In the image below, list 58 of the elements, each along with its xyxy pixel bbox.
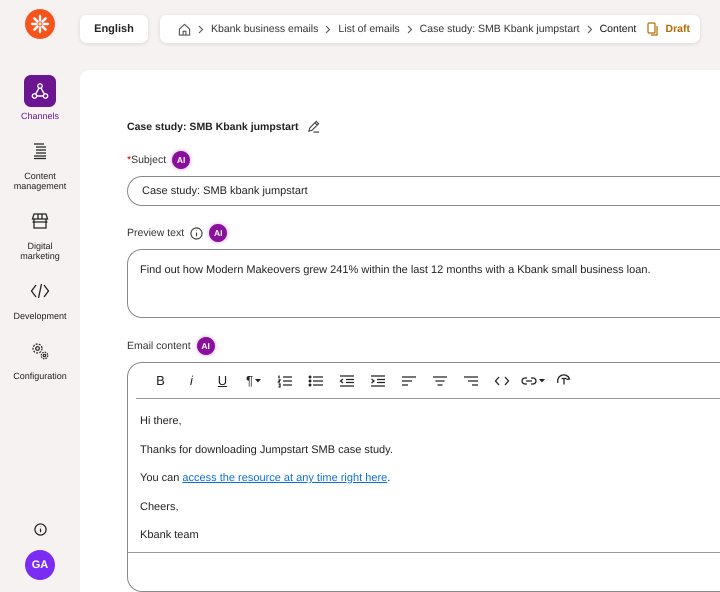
field-label: Email content	[127, 340, 191, 352]
pencil-icon[interactable]	[306, 120, 320, 133]
chevron-icon	[586, 24, 593, 34]
caret-icon	[538, 378, 544, 382]
align-center-icon	[432, 374, 448, 388]
breadcrumb-link[interactable]: Case study: SMB Kbank jumpstart	[420, 23, 580, 35]
toolbar-button[interactable]: B	[148, 370, 173, 392]
resource-link[interactable]: access the resource at any time right here	[182, 472, 388, 484]
outdent-icon	[338, 374, 354, 388]
settings-icon	[30, 341, 50, 361]
user-avatar[interactable]: GA	[25, 550, 55, 580]
body-paragraph: Thanks for downloading Jumpstart SMB case study.	[140, 442, 394, 458]
chevron-icon	[325, 24, 332, 34]
nav-item[interactable]: Channels	[2, 75, 78, 121]
caret-icon	[254, 378, 261, 382]
info-icon[interactable]	[34, 523, 46, 536]
rich-text-editor[interactable]: B i U ¶ Hi there, Thanks for downloading Jumpstart SMB case study. You can access the resource at any time right here. Cheers, Kbank team	[127, 362, 720, 592]
body-paragraph: Hi there,	[140, 414, 183, 429]
clear-format-icon	[556, 374, 572, 388]
chevron-icon	[406, 24, 413, 34]
store-icon	[31, 212, 49, 230]
toolbar-button[interactable]: ¶	[241, 370, 266, 392]
subject-field[interactable]: Case study: SMB kbank jumpstart	[127, 176, 720, 206]
home-icon[interactable]	[178, 22, 191, 36]
indent-icon	[370, 374, 386, 388]
ai-badge[interactable]: AI	[172, 151, 190, 169]
toolbar-button[interactable]: U	[210, 370, 235, 392]
body-paragraph: Kbank team	[140, 528, 200, 543]
bullet-list-icon	[308, 374, 324, 388]
nav-item[interactable]: Digital marketing	[2, 205, 78, 261]
align-left-icon	[400, 374, 416, 388]
numbered-list-icon	[276, 374, 292, 388]
nav-item[interactable]: Content management	[2, 135, 78, 191]
breadcrumb-link[interactable]: Kbank business emails	[211, 23, 318, 35]
ai-badge[interactable]: AI	[209, 224, 228, 242]
logo-icon[interactable]	[25, 9, 55, 39]
nav-item[interactable]: Development	[2, 275, 78, 321]
email-title: Case study: SMB Kbank jumpstart	[127, 120, 299, 132]
align-right-icon	[462, 374, 478, 388]
chevron-icon	[198, 24, 204, 34]
nav-item[interactable]: Configuration	[2, 335, 78, 381]
breadcrumb-link[interactable]: Content	[600, 23, 636, 35]
preview-text-field[interactable]: Find out how Modern Makeovers grew 241% within the last 12 months with a Kbank small business loan.	[127, 249, 720, 318]
body-paragraph: Cheers,	[140, 500, 180, 514]
status-text: Draft	[665, 23, 690, 35]
toolbar-button[interactable]: i	[179, 370, 204, 392]
network-icon	[31, 82, 49, 100]
document-icon	[31, 142, 49, 160]
field-label: Subject	[131, 154, 166, 166]
breadcrumb-link[interactable]: List of emails	[338, 23, 400, 35]
body-paragraph: You can access the resource at any time right here.	[140, 471, 392, 486]
field-label: Preview text	[127, 227, 184, 239]
required-mark: *	[127, 154, 132, 166]
copy-icon	[647, 22, 660, 36]
language-button[interactable]: English	[80, 15, 148, 43]
code-icon	[30, 282, 50, 300]
info-icon[interactable]	[190, 226, 204, 240]
ai-badge[interactable]: AI	[196, 337, 215, 355]
